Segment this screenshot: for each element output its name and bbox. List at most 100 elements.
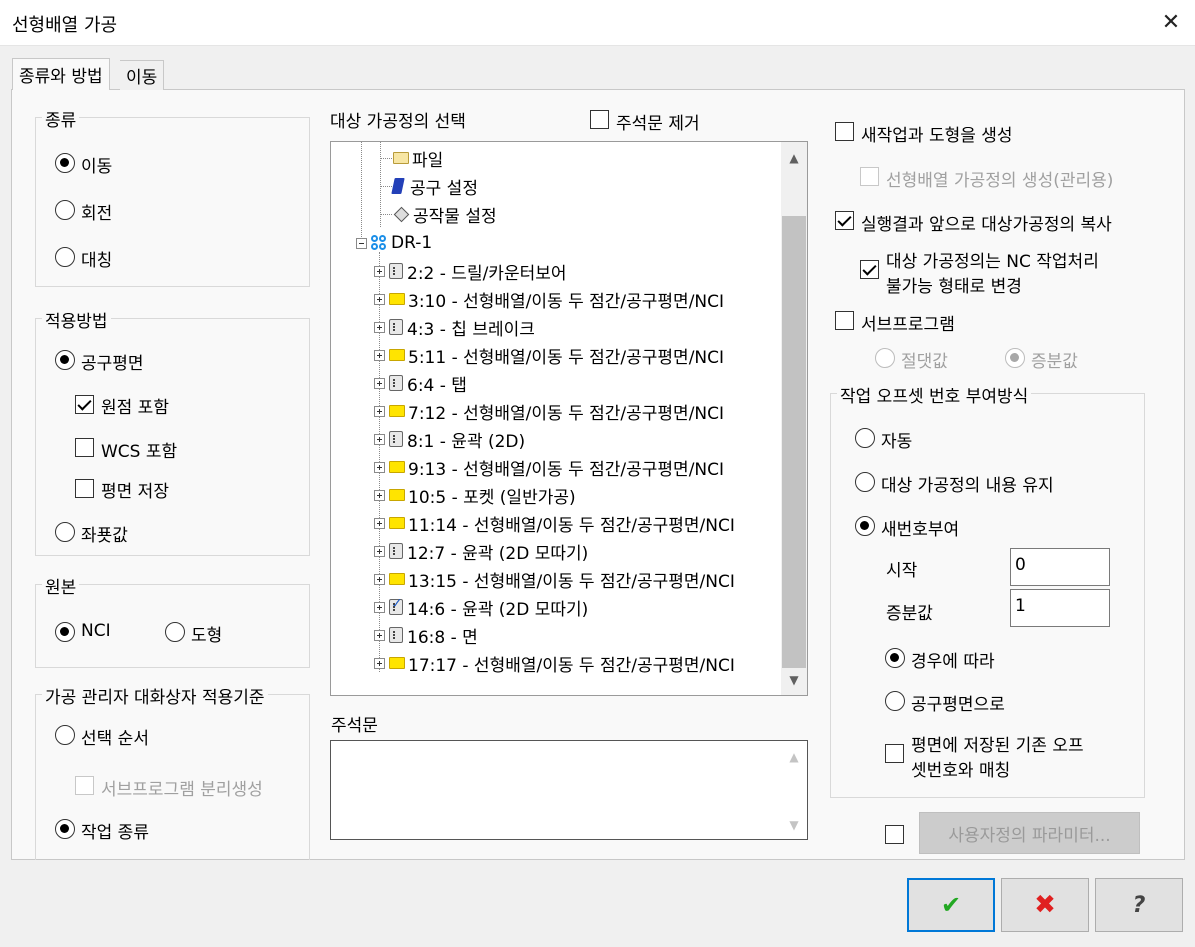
expand-icon[interactable] bbox=[374, 629, 385, 641]
expand-icon[interactable] bbox=[374, 265, 385, 277]
expand-icon[interactable] bbox=[374, 377, 385, 389]
radio-job-type[interactable] bbox=[55, 819, 75, 839]
radio-geometry[interactable] bbox=[165, 622, 185, 642]
checkbox-subprogram-split[interactable] bbox=[75, 776, 94, 795]
question-icon: ? bbox=[1132, 892, 1146, 918]
radio-by-tool-plane[interactable] bbox=[885, 691, 905, 711]
tree-item-op[interactable]: 9:13 - 선형배열/이동 두 점간/공구평면/NCI bbox=[374, 453, 724, 481]
custom-params-button[interactable]: 사용자정의 파라미터... bbox=[919, 812, 1140, 854]
create-linear-op-label: 선형배열 가공정의 생성(관리용) bbox=[886, 171, 1114, 191]
tree-item-op[interactable]: 6:4 - 탭 bbox=[374, 369, 467, 397]
match-offset-label-line2: 셋번호와 매칭 bbox=[911, 761, 1011, 781]
tree-item-tool-settings[interactable]: 공구 설정 bbox=[391, 172, 478, 200]
help-button[interactable]: ? bbox=[1095, 878, 1183, 932]
collapse-icon[interactable] bbox=[356, 237, 367, 249]
expand-icon[interactable] bbox=[374, 545, 385, 557]
expand-icon[interactable] bbox=[374, 433, 385, 445]
comment-scrollbar[interactable]: ▲ ▼ bbox=[781, 741, 807, 839]
checkbox-new-op-geometry[interactable] bbox=[835, 122, 854, 141]
scroll-down-icon[interactable]: ▼ bbox=[786, 817, 802, 833]
checkbox-create-linear-op[interactable] bbox=[860, 167, 879, 186]
tab-move[interactable]: 이동 bbox=[120, 60, 165, 90]
cancel-button[interactable]: ✖ bbox=[1001, 878, 1089, 932]
radio-rotate[interactable] bbox=[55, 200, 75, 220]
tree-item-op[interactable]: 8:1 - 윤곽 (2D) bbox=[374, 425, 525, 453]
source-group-legend: 원본 bbox=[42, 573, 80, 598]
expand-icon[interactable] bbox=[374, 573, 385, 585]
close-button[interactable]: ✕ bbox=[1155, 6, 1187, 38]
method-group-legend: 적용방법 bbox=[42, 307, 111, 332]
radio-tool-plane[interactable] bbox=[55, 350, 75, 370]
expand-icon[interactable] bbox=[374, 517, 385, 529]
folder-icon bbox=[389, 657, 405, 669]
tree-item-op[interactable]: 17:17 - 선형배열/이동 두 점간/공구평면/NCI bbox=[374, 649, 735, 677]
radio-keep-content[interactable] bbox=[855, 472, 875, 492]
tree-item-file[interactable]: 파일 bbox=[393, 144, 443, 172]
expand-icon[interactable] bbox=[374, 601, 385, 613]
radio-incremental[interactable] bbox=[1005, 348, 1025, 368]
tree-item-op[interactable]: 4:3 - 칩 브레이크 bbox=[374, 313, 535, 341]
tree-item-op[interactable]: 16:8 - 면 bbox=[374, 621, 478, 649]
tree-item-label: 12:7 - 윤곽 (2D 모따기) bbox=[407, 543, 589, 564]
scroll-thumb[interactable] bbox=[782, 216, 806, 668]
expand-icon[interactable] bbox=[374, 489, 385, 501]
checkbox-custom-params[interactable] bbox=[885, 825, 904, 844]
tree-item-label: 파일 bbox=[412, 150, 444, 171]
checkbox-subprogram[interactable] bbox=[835, 311, 854, 330]
operation-checked-icon bbox=[389, 596, 403, 615]
tab-type-method[interactable]: 종류와 방법 bbox=[12, 58, 110, 90]
radio-auto[interactable] bbox=[855, 428, 875, 448]
tree-item-op[interactable]: 2:2 - 드릴/카운터보어 bbox=[374, 257, 567, 285]
radio-mirror[interactable] bbox=[55, 247, 75, 267]
expand-icon[interactable] bbox=[374, 461, 385, 473]
tree-item-stock-settings[interactable]: 공작물 설정 bbox=[393, 200, 497, 228]
scroll-up-icon[interactable]: ▲ bbox=[786, 150, 802, 166]
tree-scrollbar[interactable]: ▲ ▼ bbox=[781, 142, 807, 695]
include-origin-label: 원점 포함 bbox=[101, 398, 169, 418]
tree-item-op[interactable]: 7:12 - 선형배열/이동 두 점간/공구평면/NCI bbox=[374, 397, 724, 425]
expand-icon[interactable] bbox=[374, 405, 385, 417]
expand-icon[interactable] bbox=[374, 657, 385, 669]
tree-item-op[interactable]: 12:7 - 윤곽 (2D 모따기) bbox=[374, 537, 588, 565]
disable-nc-label-line1: 대상 가공정의는 NC 작업처리 bbox=[886, 252, 1099, 272]
expand-icon[interactable] bbox=[374, 321, 385, 333]
checkbox-remove-comments[interactable] bbox=[590, 110, 609, 129]
expand-icon[interactable] bbox=[374, 349, 385, 361]
radio-renumber[interactable] bbox=[855, 516, 875, 536]
tree-item-label: 14:6 - 윤곽 (2D 모따기) bbox=[407, 599, 589, 620]
tree-item-op[interactable]: 5:11 - 선형배열/이동 두 점간/공구평면/NCI bbox=[374, 341, 724, 369]
increment-input[interactable]: 1 bbox=[1010, 589, 1110, 627]
checkbox-include-origin[interactable] bbox=[75, 395, 94, 414]
operation-tree[interactable]: 파일 공구 설정 공작물 설정 DR-1 2:2 - 드릴/카운터보어 3:10… bbox=[330, 141, 808, 696]
radio-by-case[interactable] bbox=[885, 648, 905, 668]
scroll-up-icon[interactable]: ▲ bbox=[786, 749, 802, 765]
increment-label: 증분값 bbox=[886, 604, 933, 624]
checkbox-save-plane[interactable] bbox=[75, 479, 94, 498]
tree-item-dr-1[interactable]: DR-1 bbox=[356, 229, 432, 257]
tree-item-label: 4:3 - 칩 브레이크 bbox=[407, 319, 535, 340]
radio-move[interactable] bbox=[55, 153, 75, 173]
radio-selection-order[interactable] bbox=[55, 725, 75, 745]
start-input[interactable]: 0 bbox=[1010, 548, 1110, 586]
tree-item-op[interactable]: 10:5 - 포켓 (일반가공) bbox=[374, 481, 576, 509]
checkbox-match-offset[interactable] bbox=[885, 744, 904, 763]
radio-coordinates[interactable] bbox=[55, 522, 75, 542]
copy-result-label: 실행결과 앞으로 대상가공정의 복사 bbox=[861, 215, 1112, 235]
expand-icon[interactable] bbox=[374, 293, 385, 305]
radio-absolute[interactable] bbox=[875, 348, 895, 368]
tree-item-op[interactable]: 11:14 - 선형배열/이동 두 점간/공구평면/NCI bbox=[374, 509, 735, 537]
tree-item-label: 16:8 - 면 bbox=[407, 627, 478, 648]
checkbox-include-wcs[interactable] bbox=[75, 438, 94, 457]
folder-icon bbox=[389, 517, 405, 529]
checkbox-copy-result[interactable] bbox=[835, 211, 854, 230]
tree-item-op[interactable]: 14:6 - 윤곽 (2D 모따기) bbox=[374, 593, 588, 621]
tree-item-op[interactable]: 13:15 - 선형배열/이동 두 점간/공구평면/NCI bbox=[374, 565, 735, 593]
tree-item-op[interactable]: 3:10 - 선형배열/이동 두 점간/공구평면/NCI bbox=[374, 285, 724, 313]
checkbox-disable-nc[interactable] bbox=[860, 260, 879, 279]
radio-nci[interactable] bbox=[55, 622, 75, 642]
ok-button[interactable]: ✔ bbox=[907, 878, 995, 932]
scroll-down-icon[interactable]: ▼ bbox=[786, 672, 802, 688]
tree-item-label: 2:2 - 드릴/카운터보어 bbox=[407, 263, 567, 284]
comment-textarea[interactable]: ▲ ▼ bbox=[330, 740, 808, 840]
comment-label: 주석문 bbox=[331, 716, 378, 736]
